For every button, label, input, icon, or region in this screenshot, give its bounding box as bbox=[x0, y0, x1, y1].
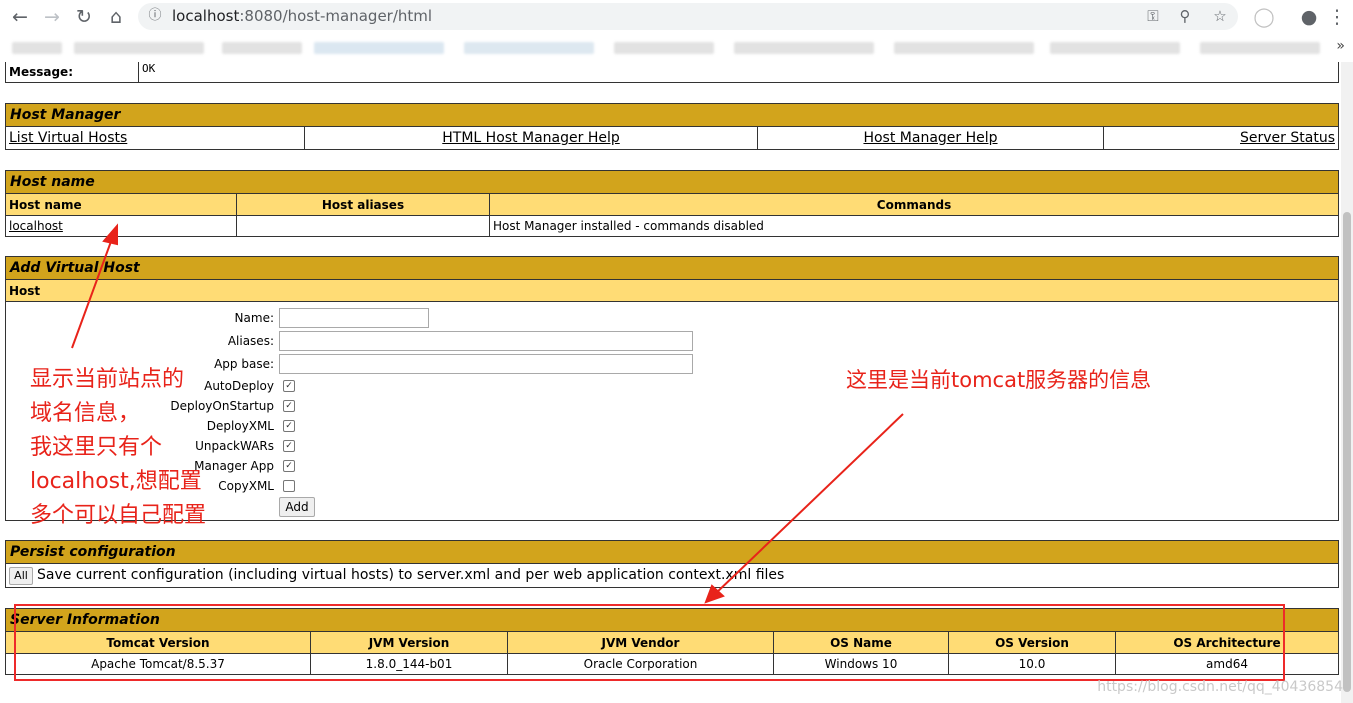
left-annotation-line: localhost,想配置 bbox=[30, 469, 202, 494]
annotation-arrows bbox=[71, 223, 904, 604]
left-annotation-line: 我这里只有个 bbox=[30, 435, 163, 460]
left-annotation-line: 域名信息， bbox=[30, 401, 141, 426]
arrow-head-left bbox=[102, 223, 118, 246]
left-annotation: 显示当前站点的 域名信息， 我这里只有个 localhost,想配置 多个可以自… bbox=[30, 363, 206, 533]
arrow-line-right bbox=[713, 413, 904, 596]
arrow-line-left bbox=[71, 235, 114, 349]
left-annotation-line: 多个可以自己配置 bbox=[30, 503, 207, 528]
watermark: https://blog.csdn.net/qq_40436854 bbox=[1097, 679, 1343, 695]
right-annotation: 这里是当前tomcat服务器的信息 bbox=[846, 368, 1152, 392]
left-annotation-line: 显示当前站点的 bbox=[30, 367, 185, 392]
